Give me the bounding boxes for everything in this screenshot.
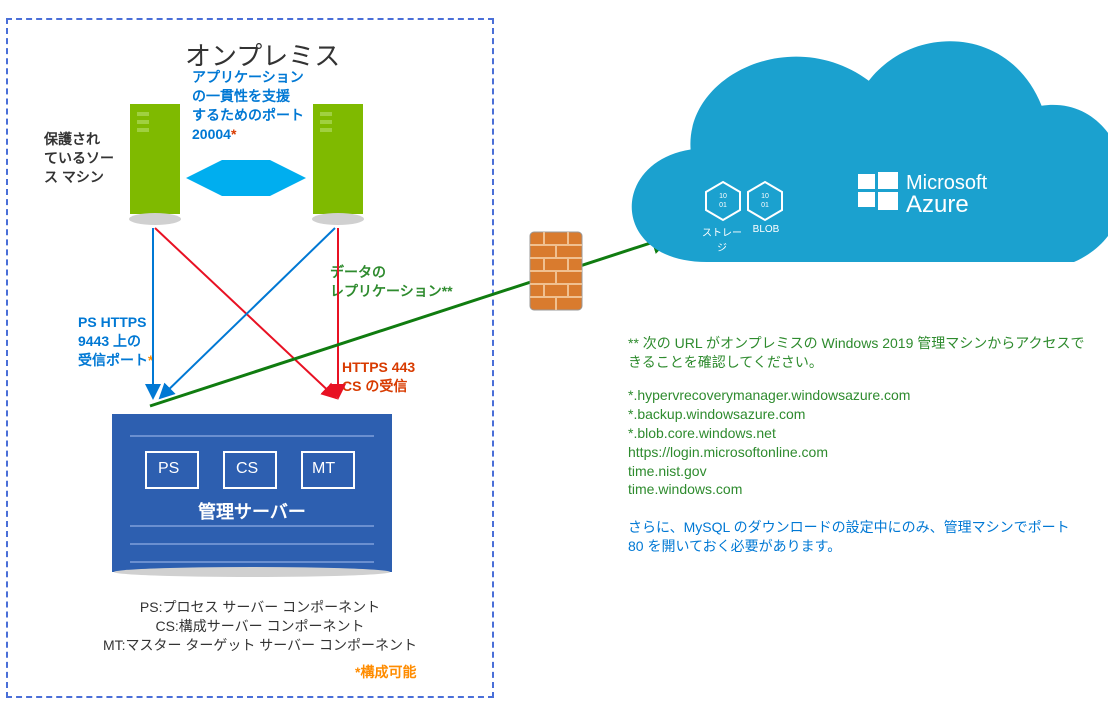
box-ps-label: PS (158, 460, 179, 478)
azure-cloud-icon (588, 22, 1108, 312)
mysql-note: さらに、MySQL のダウンロードの設定中にのみ、管理マシンでポート 80 を開… (628, 518, 1088, 556)
ps-port-l3: 受信ポート* (78, 351, 153, 370)
double-arrow-icon (186, 160, 306, 196)
legend: PS:プロセス サーバー コンポーネント CS:構成サーバー コンポーネント M… (100, 598, 420, 655)
port20004-l2: の一貫性を支援 (192, 87, 322, 106)
url-intro-note: ** 次の URL がオンプレミスの Windows 2019 管理マシンからア… (628, 334, 1088, 372)
port20004-ast: * (231, 126, 236, 142)
protected-machine-label: 保護され ているソー ス マシン (44, 130, 124, 187)
url1: *.hypervrecoverymanager.windowsazure.com (628, 386, 1088, 405)
port20004-l1: アプリケーション (192, 68, 322, 87)
storage-hex-icon: 10 01 (704, 180, 742, 222)
port20004-l3: するためのポート (192, 106, 322, 125)
port-20004-label: アプリケーション の一貫性を支援 するためのポート 20004* (192, 68, 322, 144)
storage-label: ストレージ (698, 224, 746, 254)
port20004-l4: 20004* (192, 125, 322, 144)
legend-cs: CS:構成サーバー コンポーネント (100, 617, 420, 636)
url4: https://login.microsoftonline.com (628, 443, 1088, 462)
url-list: *.hypervrecoverymanager.windowsazure.com… (628, 386, 1088, 499)
svg-text:10: 10 (761, 193, 769, 200)
url5: time.nist.gov (628, 462, 1088, 481)
azure-logo-icon (856, 170, 900, 214)
management-server-icon (112, 414, 392, 578)
https443-l2: CS の受信 (342, 377, 415, 396)
https-443-label: HTTPS 443 CS の受信 (342, 358, 415, 396)
data-repl-l1: データの (330, 263, 453, 282)
port20004-num: 20004 (192, 126, 231, 142)
ps-port-l2: 9443 上の (78, 332, 153, 351)
blob-hex-icon: 10 01 (746, 180, 784, 222)
ps-port-l3t: 受信ポート (78, 352, 148, 368)
https443-l1: HTTPS 443 (342, 358, 415, 377)
ps-port-l1: PS HTTPS (78, 313, 153, 332)
azure-brand: Microsoft Azure (906, 172, 987, 219)
legend-ps: PS:プロセス サーバー コンポーネント (100, 598, 420, 617)
configurable-note: *構成可能 (355, 662, 416, 682)
box-cs-label: CS (236, 460, 258, 478)
ps-port-ast: * (148, 352, 153, 368)
data-repl-l2: レプリケーション** (330, 282, 453, 301)
svg-text:01: 01 (719, 202, 727, 209)
firewall-icon (528, 230, 584, 316)
url2: *.backup.windowsazure.com (628, 405, 1088, 424)
mgmt-server-label: 管理サーバー (198, 498, 306, 524)
svg-text:10: 10 (719, 193, 727, 200)
url6: time.windows.com (628, 480, 1088, 499)
box-mt-label: MT (312, 460, 335, 478)
data-replication-label: データの レプリケーション** (330, 263, 453, 301)
azure-brand2: Azure (906, 191, 987, 219)
server-icon-2 (308, 104, 368, 228)
ps-port-label: PS HTTPS 9443 上の 受信ポート* (78, 313, 153, 370)
svg-text:01: 01 (761, 202, 769, 209)
legend-mt: MT:マスター ターゲット サーバー コンポーネント (100, 636, 420, 655)
blob-label: BLOB (746, 224, 786, 235)
url3: *.blob.core.windows.net (628, 424, 1088, 443)
server-icon-1 (125, 104, 185, 228)
